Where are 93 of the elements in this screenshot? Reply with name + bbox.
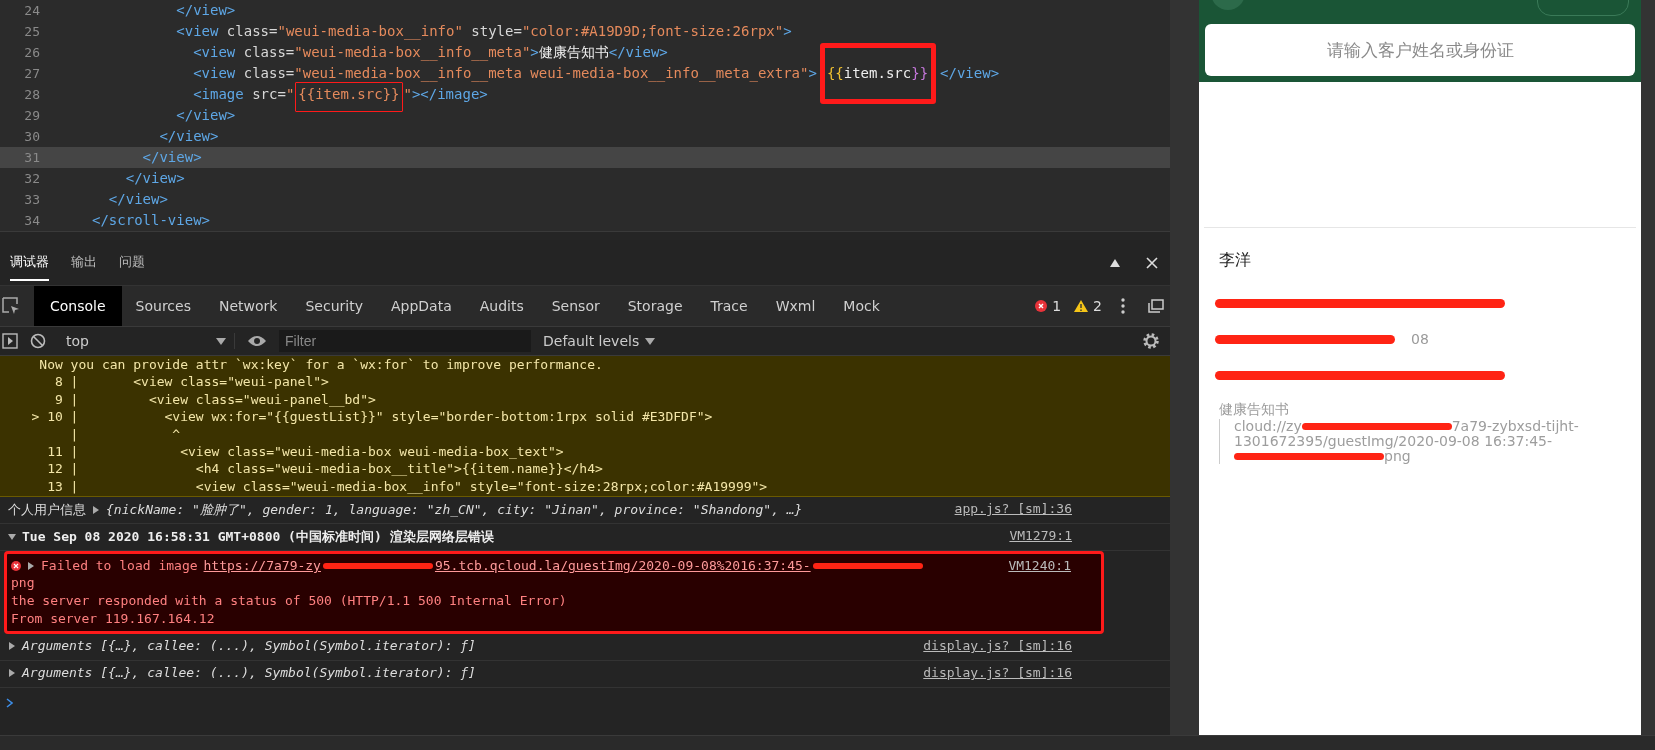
sidebar-icon[interactable] xyxy=(2,333,18,349)
line-number: 33 xyxy=(23,191,41,209)
warning-line: 13 | <view class="weui-media-box__info" style="font-size:28rpx;color:#A19999"> xyxy=(46,477,769,496)
image-path: 7a79-zybxsd-tijht- xyxy=(1451,419,1579,434)
group-title[interactable]: Tue Sep 08 2020 16:58:31 GMT+0800 (中国标准时间) 渲染层网络层错误 xyxy=(22,528,494,547)
warning-line: > 10 | <view wx:for="{{guestList}}" style="border-bottom:1rpx solid #E3DFDF"> xyxy=(30,408,714,426)
tool-tab[interactable]: Wxml xyxy=(761,286,830,326)
collapse-icon[interactable] xyxy=(1110,258,1120,267)
eye-icon[interactable] xyxy=(247,335,267,347)
panel-tab[interactable]: 调试器 xyxy=(10,244,49,281)
expand-icon[interactable] xyxy=(8,668,16,677)
tool-tab[interactable]: Security xyxy=(291,286,377,326)
warning-line: Now you can provide attr `wx:key` for a `wx:for` to improve performance. xyxy=(38,356,604,374)
code-line: </view> xyxy=(107,190,168,209)
context-select[interactable]: top xyxy=(58,333,235,349)
dropdown-icon xyxy=(645,337,656,345)
tool-tab[interactable]: Trace xyxy=(696,286,762,326)
image-path: 1301672395/guestImg/2020-09-08 16:37:45- xyxy=(1234,434,1553,449)
image-path: png xyxy=(1384,449,1411,464)
tool-tab[interactable]: AppData xyxy=(376,286,466,326)
error-icon xyxy=(11,560,21,571)
line-number: 34 xyxy=(23,212,41,230)
expand-icon[interactable] xyxy=(27,561,35,570)
warning-icon xyxy=(1074,300,1089,312)
warning-line: | ^ xyxy=(69,425,182,444)
dropdown-icon xyxy=(216,337,226,345)
url-link[interactable]: https://7a79-zy xyxy=(203,558,321,574)
field-label: 健康告知书 xyxy=(1219,401,1290,419)
tool-tab[interactable]: Sources xyxy=(121,286,205,326)
inspect-icon[interactable] xyxy=(2,297,20,315)
code-line: <image src=" {{item.src}} "></image> xyxy=(92,84,488,105)
log-object[interactable]: {nickName: "脸肿了", gender: 1, language: "zh_CN", city: "Jinan", province: "Shandong", …} xyxy=(106,501,803,520)
code-line: <view class="weui-media-box__info__meta">健康告知书</view> xyxy=(192,43,668,63)
error-count: 1 xyxy=(1052,298,1062,314)
line-number: 24 xyxy=(23,2,41,20)
warning-line: 11 | <view class="weui-media-box weui-media-box_text"> xyxy=(46,443,565,461)
settings-icon[interactable] xyxy=(1142,332,1160,350)
line-number: 30 xyxy=(23,128,41,146)
warning-line: 8 | <view class="weui-panel"> xyxy=(53,373,330,391)
levels-select[interactable]: Default levels xyxy=(543,333,656,349)
expanded-icon[interactable] xyxy=(8,533,16,542)
code-line: </view> xyxy=(175,106,236,125)
line-number: 32 xyxy=(23,170,41,188)
image-path: cloud://zy xyxy=(1234,419,1302,434)
tool-tab[interactable]: Sensor xyxy=(537,286,614,326)
line-number: 31 xyxy=(23,149,41,167)
code-line: </view> xyxy=(175,1,236,20)
error-line: the server responded with a status of 500 (HTTP/1.1 500 Internal Error) xyxy=(11,592,567,610)
info-text: 08 xyxy=(1411,331,1429,347)
clear-icon[interactable] xyxy=(30,333,46,349)
source-link[interactable]: app.js? [sm]:36 xyxy=(954,501,1072,517)
expand-icon[interactable] xyxy=(92,506,100,515)
source-link[interactable]: display.js? [sm]:16 xyxy=(923,665,1072,681)
code-line: <view class="weui-media-box__info__meta weui-media-box__info__meta_extra"> {{item.src}} </view> xyxy=(92,63,1000,84)
customer-name: 李洋 xyxy=(1219,250,1252,271)
tool-tab[interactable]: Audits xyxy=(465,286,538,326)
line-number: 25 xyxy=(23,23,41,41)
log-label: 个人用户信息 xyxy=(8,501,86,520)
error-icon xyxy=(1035,300,1048,312)
line-number: 26 xyxy=(23,44,41,62)
error-message: Failed to load image xyxy=(41,558,198,574)
code-line: </view> xyxy=(124,169,185,188)
tool-tab[interactable]: Storage xyxy=(613,286,697,326)
warning-line: 12 | <h4 class="weui-media-box__title">{{item.name}}</h4> xyxy=(46,460,604,478)
source-link[interactable]: VM1240:1 xyxy=(1008,558,1071,574)
error-line: From server 119.167.164.12 xyxy=(11,610,215,628)
tool-tab[interactable]: Console xyxy=(34,286,122,326)
code-line: </view> xyxy=(158,127,219,146)
panel-tab[interactable]: 问题 xyxy=(119,244,145,281)
line-number: 27 xyxy=(23,65,41,83)
filter-field[interactable]: Filter xyxy=(279,330,531,352)
url-link[interactable]: 95.tcb.qcloud.la/guestImg/2020-09-08%2016:37:45- xyxy=(434,558,811,574)
tool-tab[interactable]: Mock xyxy=(829,286,894,326)
log-object[interactable]: Arguments [{…}, callee: (...), Symbol(Symbol.iterator): ƒ] xyxy=(22,665,476,681)
line-number: 29 xyxy=(23,107,41,125)
panel-tab[interactable]: 输出 xyxy=(71,244,97,281)
code-line: </scroll-view> xyxy=(92,211,210,230)
more-icon[interactable] xyxy=(1121,298,1125,314)
line-number: 28 xyxy=(23,86,41,104)
expand-icon[interactable] xyxy=(8,641,16,650)
dock-icon[interactable] xyxy=(1148,299,1164,313)
search-field[interactable]: 请输入客户姓名或身份证 xyxy=(1205,24,1635,76)
prompt-icon xyxy=(6,698,13,709)
source-link[interactable]: display.js? [sm]:16 xyxy=(923,638,1072,654)
code-line: <view class="weui-media-box__info" style="color:#A19D9D;font-size:26rpx"> xyxy=(175,22,792,42)
tool-tab[interactable]: Network xyxy=(204,286,292,326)
close-icon[interactable] xyxy=(1146,256,1158,269)
warning-count: 2 xyxy=(1093,298,1102,314)
warning-line: 9 | <view class="weui-panel__bd"> xyxy=(53,390,377,409)
error-line: png xyxy=(11,574,35,592)
code-line: </view> xyxy=(141,148,202,167)
source-link[interactable]: VM1279:1 xyxy=(1009,528,1072,544)
log-object[interactable]: Arguments [{…}, callee: (...), Symbol(Symbol.iterator): ƒ] xyxy=(22,638,476,654)
